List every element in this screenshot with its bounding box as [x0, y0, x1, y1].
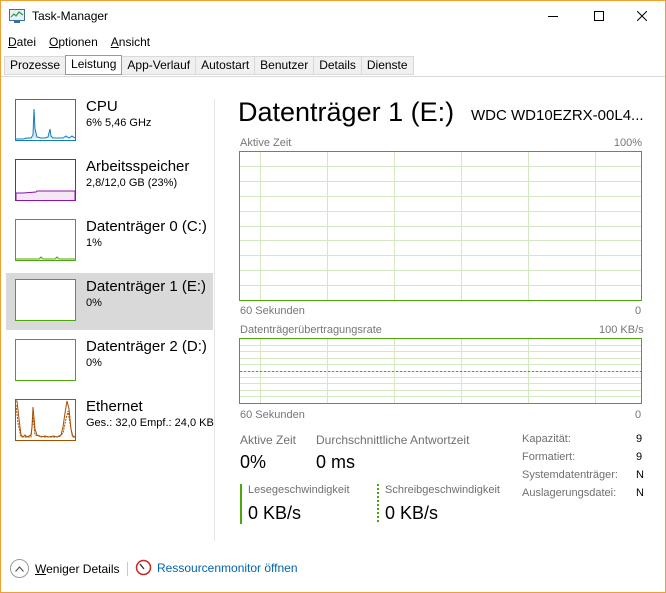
close-button[interactable] [619, 1, 665, 31]
tab-app-verlauf[interactable]: App-Verlauf [121, 56, 197, 75]
read-speed-value: 0 KB/s [248, 503, 302, 523]
page-title: Datenträger 1 (E:) [238, 97, 455, 127]
tab-details[interactable]: Details [313, 56, 362, 75]
sidebar-item-title: Datenträger 1 (E:) [86, 278, 207, 295]
sidebar-item-subtitle: 0% [86, 357, 102, 369]
ethernet-thumbnail-graph [15, 399, 76, 441]
resource-monitor-icon [135, 559, 152, 576]
active-time-chart [239, 151, 642, 301]
tab-benutzer[interactable]: Benutzer [254, 56, 315, 75]
transfer-x-right: 0 [635, 409, 642, 421]
sidebar-item-subtitle: 0% [86, 297, 102, 309]
formatted-value: 9 [636, 451, 643, 463]
footer-separator [127, 562, 128, 576]
write-speed-label: Schreibgeschwindigkeit [385, 484, 500, 496]
fewer-details-label: Weniger Details [35, 561, 120, 576]
window-title: Task-Manager [32, 9, 109, 23]
title-bar: Task-Manager [1, 1, 665, 31]
close-icon [637, 11, 647, 21]
capacity-label: Kapazität: [522, 433, 571, 445]
sidebar-item-subtitle: 1% [86, 237, 102, 249]
transfer-rate-chart [239, 338, 642, 404]
minimize-button[interactable] [530, 1, 576, 31]
write-rate-indicator [377, 484, 379, 524]
task-manager-window: Task-Manager Datei Optionen Ansicht Proz… [0, 0, 666, 593]
system-disk-label: Systemdatenträger: [522, 469, 618, 481]
chevron-up-icon [10, 559, 29, 578]
sidebar-item-title: Ethernet [86, 398, 143, 415]
write-speed-value: 0 KB/s [385, 503, 439, 523]
active-time-stat-value: 0% [240, 452, 267, 472]
minimize-icon [548, 16, 558, 17]
disk-2-thumbnail-graph [15, 339, 76, 381]
footer-bar: Weniger Details Ressourcenmonitor öffnen [1, 553, 665, 589]
menu-datei[interactable]: Datei [8, 32, 36, 52]
read-speed-label: Lesegeschwindigkeit [248, 484, 350, 496]
transfer-chart-label: Datenträgerübertragungsrate [240, 324, 382, 336]
sidebar-item-title: Datenträger 0 (C:) [86, 218, 207, 235]
tab-dienste[interactable]: Dienste [360, 56, 414, 75]
disk-0-thumbnail-graph [15, 219, 76, 261]
active-time-stat-label: Aktive Zeit [240, 433, 297, 447]
active-time-x-right: 0 [635, 305, 642, 317]
tab-autostart[interactable]: Autostart [195, 56, 256, 75]
page-file-label: Auslagerungsdatei: [522, 487, 617, 499]
disk-1-thumbnail-graph [15, 279, 76, 321]
capacity-value: 9 [636, 433, 643, 445]
formatted-label: Formatiert: [522, 451, 576, 463]
resource-monitor-label: Ressourcenmonitor öffnen [157, 560, 298, 575]
sidebar-item-cpu[interactable]: CPU 6% 5,46 GHz [6, 93, 213, 150]
sidebar-item-ethernet[interactable]: Ethernet Ges.: 32,0 Empf.: 24,0 KB [6, 393, 214, 450]
sidebar-item-title: Arbeitsspeicher [86, 158, 190, 175]
read-rate-indicator [240, 484, 242, 524]
menu-optionen[interactable]: Optionen [49, 32, 98, 52]
active-time-grid [240, 152, 641, 300]
active-time-chart-max: 100% [613, 137, 642, 149]
sidebar-item-disk-2[interactable]: Datenträger 2 (D:) 0% [6, 333, 213, 390]
sidebar-item-title: Datenträger 2 (D:) [86, 338, 207, 355]
tab-leistung[interactable]: Leistung [65, 55, 123, 75]
sidebar-item-subtitle: Ges.: 32,0 Empf.: 24,0 KB [86, 417, 214, 429]
active-time-chart-label: Aktive Zeit [240, 137, 292, 149]
menu-ansicht[interactable]: Ansicht [111, 32, 150, 52]
disk-detail-panel: Datenträger 1 (E:) WDC WD10EZRX-00L4... … [215, 87, 665, 542]
sidebar-item-memory[interactable]: Arbeitsspeicher 2,8/12,0 GB (23%) [6, 153, 213, 210]
system-disk-value: N [636, 469, 644, 481]
sidebar-item-disk-1[interactable]: Datenträger 1 (E:) 0% [6, 273, 213, 330]
transfer-rate-grid [240, 339, 641, 403]
disk-model-name: WDC WD10EZRX-00L4... [471, 107, 644, 124]
maximize-button[interactable] [576, 1, 622, 31]
transfer-chart-max: 100 KB/s [599, 324, 644, 336]
menu-bar: Datei Optionen Ansicht [1, 32, 665, 52]
task-manager-icon [9, 9, 25, 23]
cpu-thumbnail-graph [15, 99, 76, 141]
sidebar-item-disk-0[interactable]: Datenträger 0 (C:) 1% [6, 213, 213, 270]
sidebar-item-subtitle: 2,8/12,0 GB (23%) [86, 177, 178, 189]
response-time-value: 0 ms [316, 452, 356, 472]
fewer-details-button[interactable]: Weniger Details [10, 559, 119, 578]
response-time-label: Durchschnittliche Antwortzeit [316, 433, 470, 447]
tab-divider [1, 76, 665, 77]
tab-prozesse[interactable]: Prozesse [4, 56, 67, 75]
memory-thumbnail-graph [15, 159, 76, 201]
maximize-icon [594, 11, 604, 21]
resource-monitor-link[interactable]: Ressourcenmonitor öffnen [135, 559, 298, 576]
tab-bar: Prozesse Leistung App-Verlauf Autostart … [4, 55, 414, 76]
performance-sidebar: CPU 6% 5,46 GHz Arbeitsspeicher 2,8/12,0… [1, 87, 214, 542]
transfer-x-left: 60 Sekunden [240, 409, 305, 421]
sidebar-item-title: CPU [86, 98, 118, 115]
active-time-x-left: 60 Sekunden [240, 305, 305, 317]
sidebar-item-subtitle: 6% 5,46 GHz [86, 117, 152, 129]
page-file-value: N [636, 487, 644, 499]
